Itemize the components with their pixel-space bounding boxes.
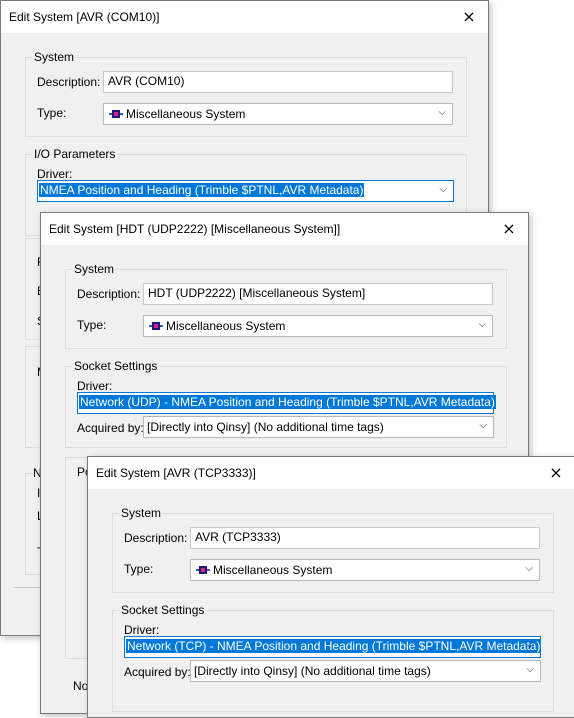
chevron-down-icon: ⌵ xyxy=(479,396,487,407)
driver-label: Driver: xyxy=(77,379,113,393)
system-group xyxy=(25,57,467,137)
dialog-title: Edit System [AVR (TCP3333)] xyxy=(96,466,256,480)
chevron-down-icon: ⌵ xyxy=(439,184,447,195)
chevron-down-icon: ⌵ xyxy=(526,640,534,651)
miscellaneous-system-icon xyxy=(109,110,123,118)
chevron-down-icon: ⌵ xyxy=(478,319,486,330)
chevron-down-icon: ⌵ xyxy=(526,664,534,675)
miscellaneous-system-icon xyxy=(196,566,210,574)
system-group xyxy=(112,513,554,593)
description-field[interactable]: AVR (TCP3333) xyxy=(190,527,540,549)
type-value: Miscellaneous System xyxy=(126,107,246,121)
system-group-label: System xyxy=(119,506,164,520)
driver-dropdown[interactable]: Network (TCP) - NMEA Position and Headin… xyxy=(124,636,542,658)
description-field[interactable]: HDT (UDP2222) [Miscellaneous System] xyxy=(143,283,493,305)
close-icon[interactable]: × xyxy=(545,462,567,484)
type-dropdown[interactable]: Miscellaneous System ⌵ xyxy=(103,103,453,125)
acquired-by-value: [Directly into Qinsy] (No additional tim… xyxy=(194,664,431,678)
type-value: Miscellaneous System xyxy=(166,319,286,333)
type-label: Type: xyxy=(77,318,107,332)
driver-value: NMEA Position and Heading (Trimble $PTNL… xyxy=(39,183,365,197)
title-bar[interactable]: Edit System [AVR (COM10)] × xyxy=(1,1,488,33)
title-bar[interactable]: Edit System [AVR (TCP3333)] × xyxy=(88,457,574,489)
acquired-by-label: Acquired by: xyxy=(124,665,191,679)
acquired-by-value: [Directly into Qinsy] (No additional tim… xyxy=(147,420,384,434)
title-bar[interactable]: Edit System [HDT (UDP2222) [Miscellaneou… xyxy=(41,213,528,245)
edit-system-dialog-avr-tcp3333: Edit System [AVR (TCP3333)] × System Des… xyxy=(87,456,574,718)
description-label: Description: xyxy=(77,287,141,301)
type-dropdown[interactable]: Miscellaneous System ⌵ xyxy=(190,559,540,581)
miscellaneous-system-icon xyxy=(149,322,163,330)
close-icon[interactable]: × xyxy=(498,218,520,240)
type-label: Type: xyxy=(124,562,154,576)
type-label: Type: xyxy=(37,106,67,120)
system-group-label: System xyxy=(32,50,77,64)
driver-dropdown[interactable]: NMEA Position and Heading (Trimble $PTNL… xyxy=(37,180,454,202)
type-value: Miscellaneous System xyxy=(213,563,333,577)
chevron-down-icon: ⌵ xyxy=(438,107,446,118)
description-label: Description: xyxy=(124,531,188,545)
description-label: Description: xyxy=(37,75,101,89)
system-group-label: System xyxy=(72,262,117,276)
acquired-by-dropdown[interactable]: [Directly into Qinsy] (No additional tim… xyxy=(190,660,541,682)
system-group xyxy=(65,269,507,349)
dialog-title: Edit System [AVR (COM10)] xyxy=(9,10,160,24)
driver-value: Network (TCP) - NMEA Position and Headin… xyxy=(126,639,542,653)
driver-label: Driver: xyxy=(124,623,160,637)
description-field[interactable]: AVR (COM10) xyxy=(103,71,453,93)
driver-value: Network (UDP) - NMEA Position and Headin… xyxy=(79,395,496,409)
driver-label: Driver: xyxy=(37,167,73,181)
acquired-by-label: Acquired by: xyxy=(77,421,144,435)
io-parameters-group-label: I/O Parameters xyxy=(32,147,118,161)
chevron-down-icon: ⌵ xyxy=(525,563,533,574)
driver-dropdown[interactable]: Network (UDP) - NMEA Position and Headin… xyxy=(77,392,496,414)
type-dropdown[interactable]: Miscellaneous System ⌵ xyxy=(143,315,493,337)
close-icon[interactable]: × xyxy=(458,6,480,28)
acquired-by-dropdown[interactable]: [Directly into Qinsy] (No additional tim… xyxy=(143,416,494,438)
separator-line xyxy=(13,587,43,588)
dialog-title: Edit System [HDT (UDP2222) [Miscellaneou… xyxy=(49,222,341,236)
socket-settings-group-label: Socket Settings xyxy=(119,603,207,617)
socket-settings-group-label: Socket Settings xyxy=(72,359,160,373)
chevron-down-icon: ⌵ xyxy=(479,420,487,431)
